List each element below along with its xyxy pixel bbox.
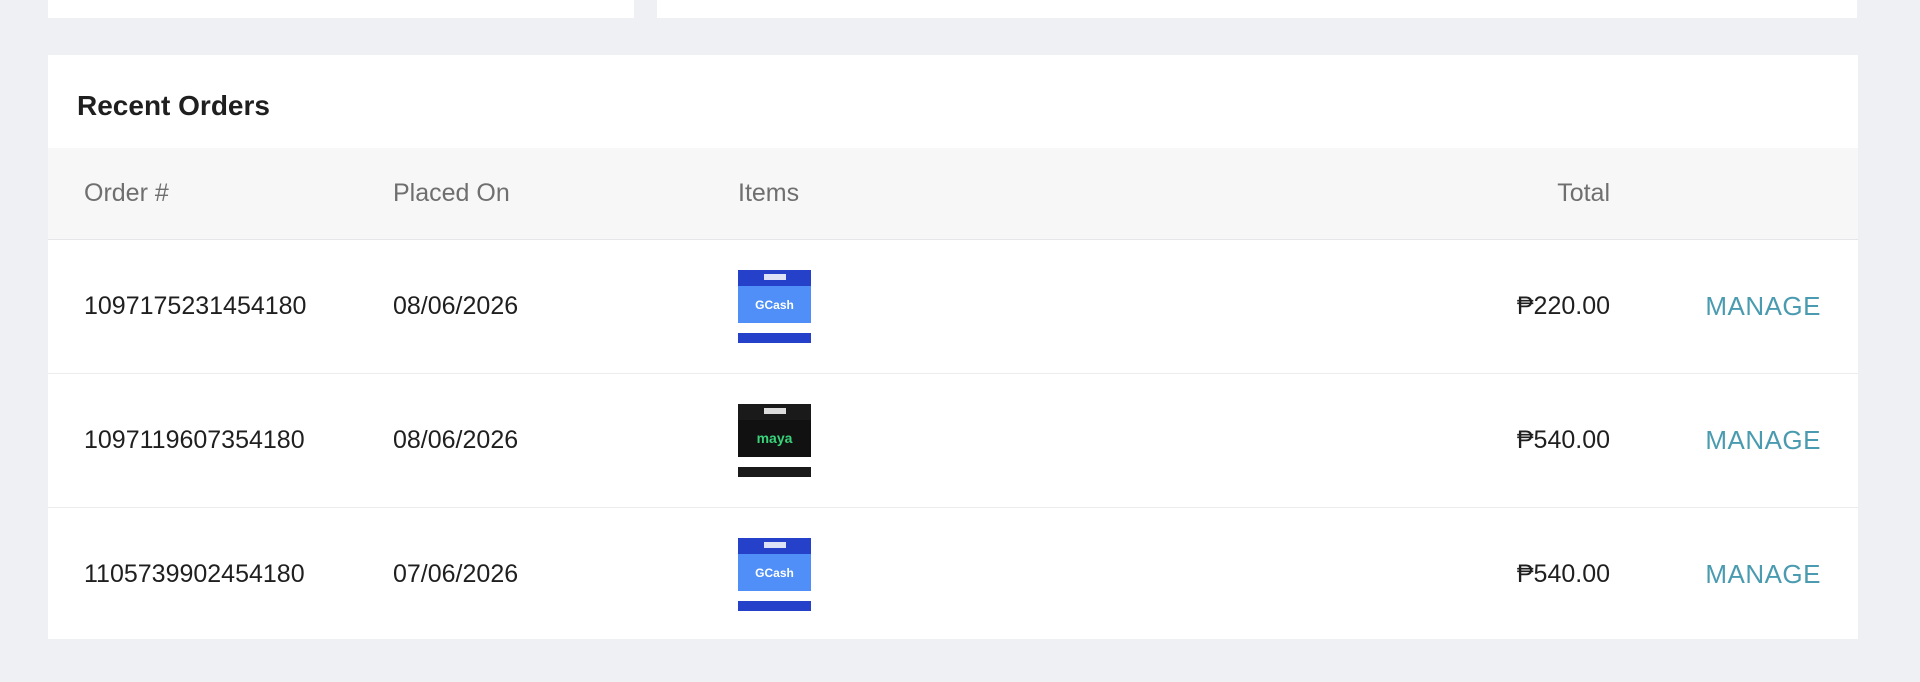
manage-order-link[interactable]: MANAGE: [1705, 291, 1821, 321]
top-card-left: [48, 0, 634, 18]
order-total: ₱220.00: [1516, 291, 1610, 320]
logo-mark-icon: [764, 407, 786, 414]
column-header-action: [1610, 148, 1858, 240]
manage-order-link[interactable]: MANAGE: [1705, 559, 1821, 589]
recent-orders-title: Recent Orders: [77, 89, 270, 121]
order-date: 08/06/2026: [393, 291, 519, 320]
recent-orders-card: Recent Orders Order # Placed On Items To…: [48, 55, 1858, 639]
table-row: 1097119607354180 08/06/2026 maya ₱540.00…: [48, 373, 1858, 507]
table-header-row: Order # Placed On Items Total: [48, 148, 1858, 240]
gcash-voucher-thumbnail[interactable]: GCash: [738, 269, 811, 343]
column-header-items: Items: [738, 148, 1298, 240]
order-total: ₱540.00: [1516, 559, 1610, 588]
manage-order-link[interactable]: MANAGE: [1705, 425, 1821, 455]
table-row: 1105739902454180 07/06/2026 GCash ₱540.0…: [48, 507, 1858, 641]
orders-table: Order # Placed On Items Total 1097175231…: [48, 148, 1858, 641]
order-date: 07/06/2026: [393, 559, 519, 588]
top-card-right: [657, 0, 1857, 18]
item-brand: GCash: [755, 297, 794, 312]
column-header-total: Total: [1298, 148, 1610, 240]
order-number: 1097119607354180: [84, 425, 305, 454]
order-number: 1105739902454180: [84, 559, 305, 588]
column-header-placed-on: Placed On: [393, 148, 738, 240]
column-header-order: Order #: [48, 148, 393, 240]
gcash-voucher-thumbnail[interactable]: GCash: [738, 537, 811, 611]
order-total: ₱540.00: [1516, 425, 1610, 454]
logo-mark-icon: [764, 273, 786, 280]
logo-mark-icon: [764, 541, 786, 548]
maya-voucher-thumbnail[interactable]: maya: [738, 403, 811, 477]
order-number: 1097175231454180: [84, 291, 307, 320]
order-date: 08/06/2026: [393, 425, 519, 454]
table-row: 1097175231454180 08/06/2026 GCash ₱220.0…: [48, 239, 1858, 373]
item-brand: GCash: [755, 565, 794, 580]
item-brand: maya: [756, 429, 793, 446]
